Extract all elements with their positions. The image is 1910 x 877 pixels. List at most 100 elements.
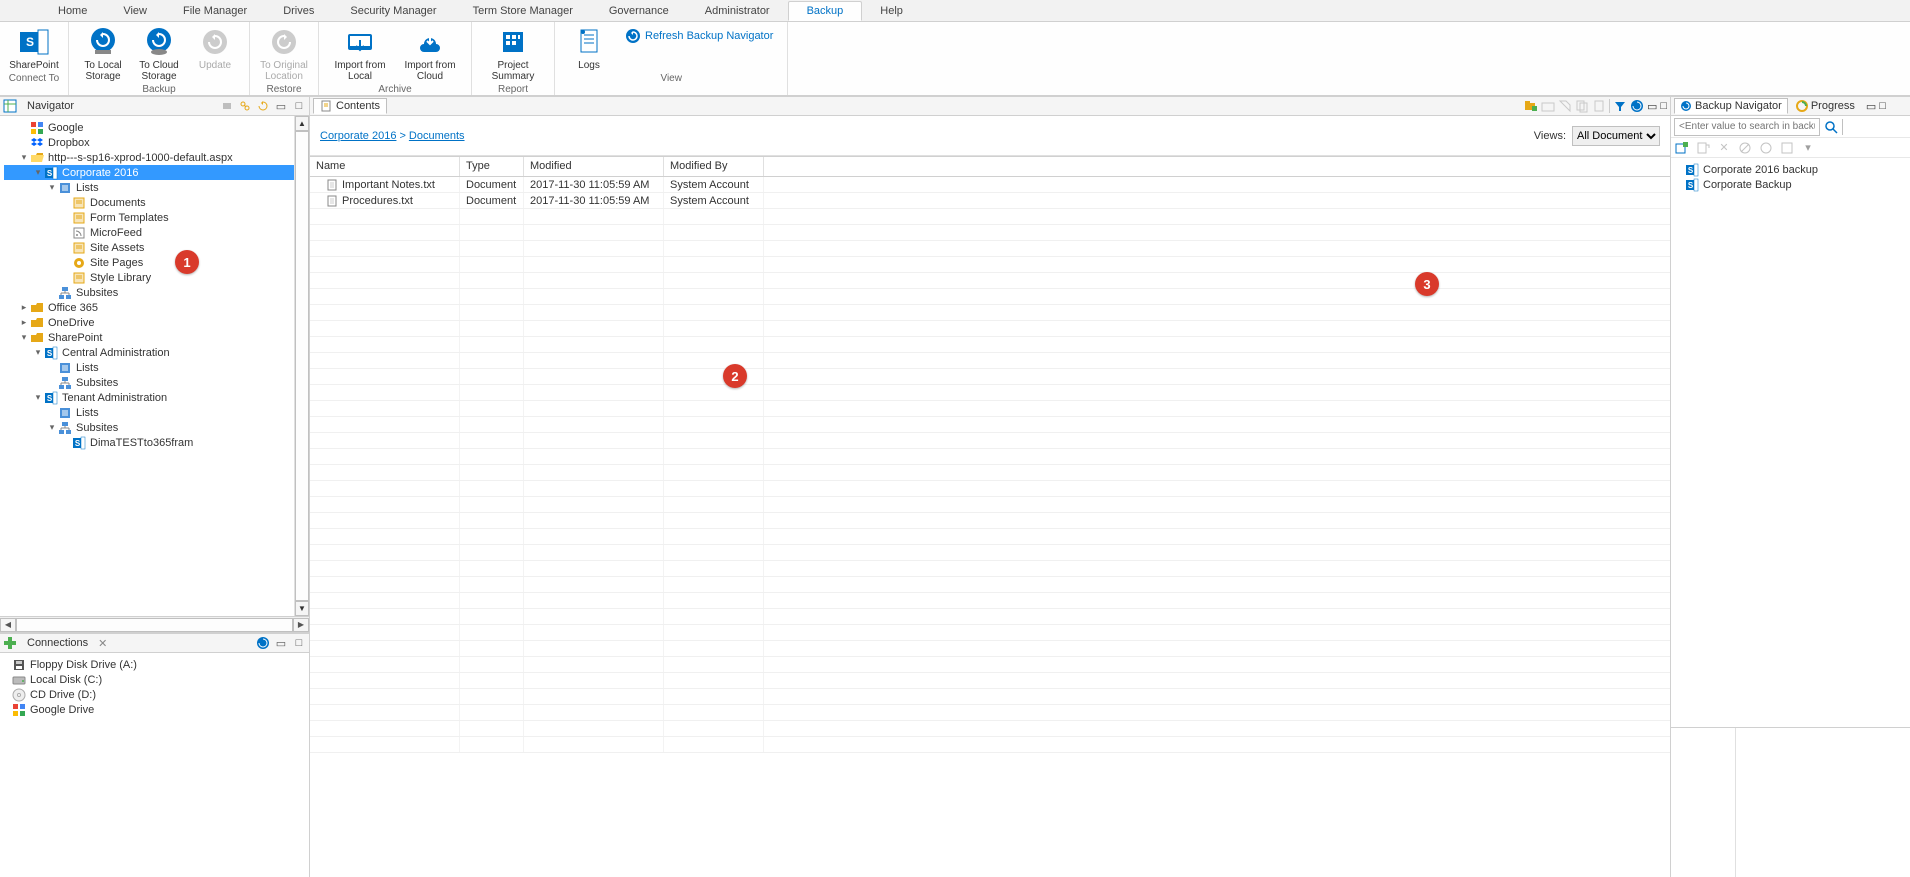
menu-administrator[interactable]: Administrator: [687, 2, 788, 20]
connection-cd-drive-d-[interactable]: CD Drive (D:): [4, 687, 305, 702]
connections-minimize-icon[interactable]: ▭: [274, 636, 288, 650]
filter-icon[interactable]: [1613, 99, 1627, 113]
project-summary-button[interactable]: Project Summary: [478, 24, 548, 84]
connection-floppy-disk-drive-a-[interactable]: Floppy Disk Drive (A:): [4, 657, 305, 672]
nav-item-office-365[interactable]: ▸Office 365: [4, 300, 309, 315]
menu-file-manager[interactable]: File Manager: [165, 2, 265, 20]
nav-item-http-s-sp16-xprod-1000-default-aspx[interactable]: ▾http---s-sp16-xprod-1000-default.aspx: [4, 150, 309, 165]
connection-google-drive[interactable]: Google Drive: [4, 702, 305, 717]
import-from-local-button[interactable]: Import from Local: [325, 24, 395, 84]
table-row[interactable]: Procedures.txtDocument2017-11-30 11:05:5…: [310, 193, 1670, 209]
menu-home[interactable]: Home: [40, 2, 105, 20]
menu-term-store[interactable]: Term Store Manager: [455, 2, 591, 20]
tree-expander-icon[interactable]: ▾: [46, 422, 58, 433]
tree-expander-icon[interactable]: ▾: [32, 347, 44, 358]
nav-item-documents[interactable]: Documents: [4, 195, 309, 210]
nav-refresh-icon[interactable]: [256, 99, 270, 113]
connections-list[interactable]: Floppy Disk Drive (A:)Local Disk (C:)CD …: [0, 653, 309, 877]
logs-button[interactable]: Logs: [561, 24, 617, 73]
nav-item-central-administration[interactable]: ▾SCentral Administration: [4, 345, 309, 360]
scroll-thumb[interactable]: [295, 131, 309, 601]
contents-maximize-icon[interactable]: □: [1660, 100, 1667, 112]
views-select[interactable]: All Documents: [1572, 126, 1660, 146]
grid-body[interactable]: Important Notes.txtDocument2017-11-30 11…: [310, 177, 1670, 877]
nav-item-sharepoint[interactable]: ▾SharePoint: [4, 330, 309, 345]
nav-item-form-templates[interactable]: Form Templates: [4, 210, 309, 225]
new-folder-icon[interactable]: [1524, 99, 1538, 113]
backup-box-icon[interactable]: [1779, 140, 1795, 156]
scroll-down-icon[interactable]: ▼: [295, 601, 309, 616]
nav-item-dropbox[interactable]: Dropbox: [4, 135, 309, 150]
nav-item-microfeed[interactable]: MicroFeed: [4, 225, 309, 240]
nav-item-site-assets[interactable]: Site Assets: [4, 240, 309, 255]
backup-export-icon[interactable]: [1695, 140, 1711, 156]
add-connection-icon[interactable]: [3, 636, 17, 650]
progress-tab[interactable]: Progress: [1791, 99, 1860, 113]
menu-backup[interactable]: Backup: [788, 1, 863, 21]
nav-maximize-icon[interactable]: □: [292, 99, 306, 113]
connections-close-icon[interactable]: ✕: [98, 637, 107, 650]
hscroll-left-icon[interactable]: ◀: [0, 618, 16, 632]
nav-item-lists[interactable]: Lists: [4, 360, 309, 375]
menu-governance[interactable]: Governance: [591, 2, 687, 20]
backup-search-input[interactable]: [1674, 118, 1820, 136]
menu-help[interactable]: Help: [862, 2, 921, 20]
menu-security-manager[interactable]: Security Manager: [332, 2, 454, 20]
tree-expander-icon[interactable]: ▾: [18, 152, 30, 163]
search-icon[interactable]: [1823, 119, 1839, 135]
tree-expander-icon[interactable]: ▸: [18, 302, 30, 313]
navigator-tree[interactable]: GoogleDropbox▾http---s-sp16-xprod-1000-d…: [0, 116, 309, 616]
nav-item-site-pages[interactable]: Site Pages: [4, 255, 309, 270]
backup-delete-icon[interactable]: ✕: [1716, 140, 1732, 156]
tag-icon[interactable]: [1558, 99, 1572, 113]
col-name[interactable]: Name: [310, 157, 460, 176]
connections-maximize-icon[interactable]: □: [292, 636, 306, 650]
nav-item-google[interactable]: Google: [4, 120, 309, 135]
backup-minimize-icon[interactable]: ▭: [1866, 100, 1876, 113]
menu-view[interactable]: View: [105, 2, 165, 20]
col-modified[interactable]: Modified: [524, 157, 664, 176]
folder-icon[interactable]: [1541, 99, 1555, 113]
hscroll-right-icon[interactable]: ▶: [293, 618, 309, 632]
backup-maximize-icon[interactable]: □: [1879, 100, 1886, 112]
nav-item-tenant-administration[interactable]: ▾STenant Administration: [4, 390, 309, 405]
to-cloud-storage-button[interactable]: To Cloud Storage: [131, 24, 187, 84]
backup-block-icon[interactable]: [1737, 140, 1753, 156]
scroll-up-icon[interactable]: ▲: [295, 116, 309, 131]
menu-drives[interactable]: Drives: [265, 2, 332, 20]
nav-item-corporate-2016[interactable]: ▾SCorporate 2016: [4, 165, 309, 180]
paste-icon[interactable]: [1592, 99, 1606, 113]
nav-collapse-icon[interactable]: [220, 99, 234, 113]
to-local-storage-button[interactable]: To Local Storage: [75, 24, 131, 84]
backup-dropdown-icon[interactable]: ▾: [1800, 140, 1816, 156]
nav-horizontal-scroll[interactable]: ◀ ▶: [0, 616, 309, 632]
nav-item-style-library[interactable]: Style Library: [4, 270, 309, 285]
backup-circle-icon[interactable]: [1758, 140, 1774, 156]
import-from-cloud-button[interactable]: Import from Cloud: [395, 24, 465, 84]
nav-item-lists[interactable]: Lists: [4, 405, 309, 420]
refresh-backup-navigator-link[interactable]: Refresh Backup Navigator: [617, 24, 781, 48]
backup-nav-tab[interactable]: Backup Navigator: [1674, 98, 1788, 114]
connection-local-disk-c-[interactable]: Local Disk (C:): [4, 672, 305, 687]
backup-item-corporate-2016-backup[interactable]: SCorporate 2016 backup: [1675, 162, 1906, 177]
tree-expander-icon[interactable]: ▾: [32, 392, 44, 403]
breadcrumb-leaf[interactable]: Documents: [409, 130, 465, 142]
tree-expander-icon[interactable]: ▾: [32, 167, 44, 178]
sharepoint-button[interactable]: S SharePoint: [6, 24, 62, 73]
nav-minimize-icon[interactable]: ▭: [274, 99, 288, 113]
contents-minimize-icon[interactable]: ▭: [1647, 100, 1657, 113]
nav-item-dimatestto365fram[interactable]: SDimaTESTto365fram: [4, 435, 309, 450]
to-original-location-button[interactable]: To Original Location: [256, 24, 312, 84]
tree-expander-icon[interactable]: ▸: [18, 317, 30, 328]
contents-tab[interactable]: Contents: [313, 98, 387, 114]
backup-tree[interactable]: SCorporate 2016 backupSCorporate Backup: [1671, 158, 1910, 727]
nav-scrollbar[interactable]: ▲ ▼: [294, 116, 309, 616]
nav-item-subsites[interactable]: Subsites: [4, 375, 309, 390]
hscroll-track[interactable]: [16, 618, 293, 632]
nav-item-subsites[interactable]: ▾Subsites: [4, 420, 309, 435]
connections-refresh-icon[interactable]: [256, 636, 270, 650]
col-modified-by[interactable]: Modified By: [664, 157, 764, 176]
tree-expander-icon[interactable]: ▾: [46, 182, 58, 193]
col-type[interactable]: Type: [460, 157, 524, 176]
breadcrumb-root[interactable]: Corporate 2016: [320, 130, 396, 142]
